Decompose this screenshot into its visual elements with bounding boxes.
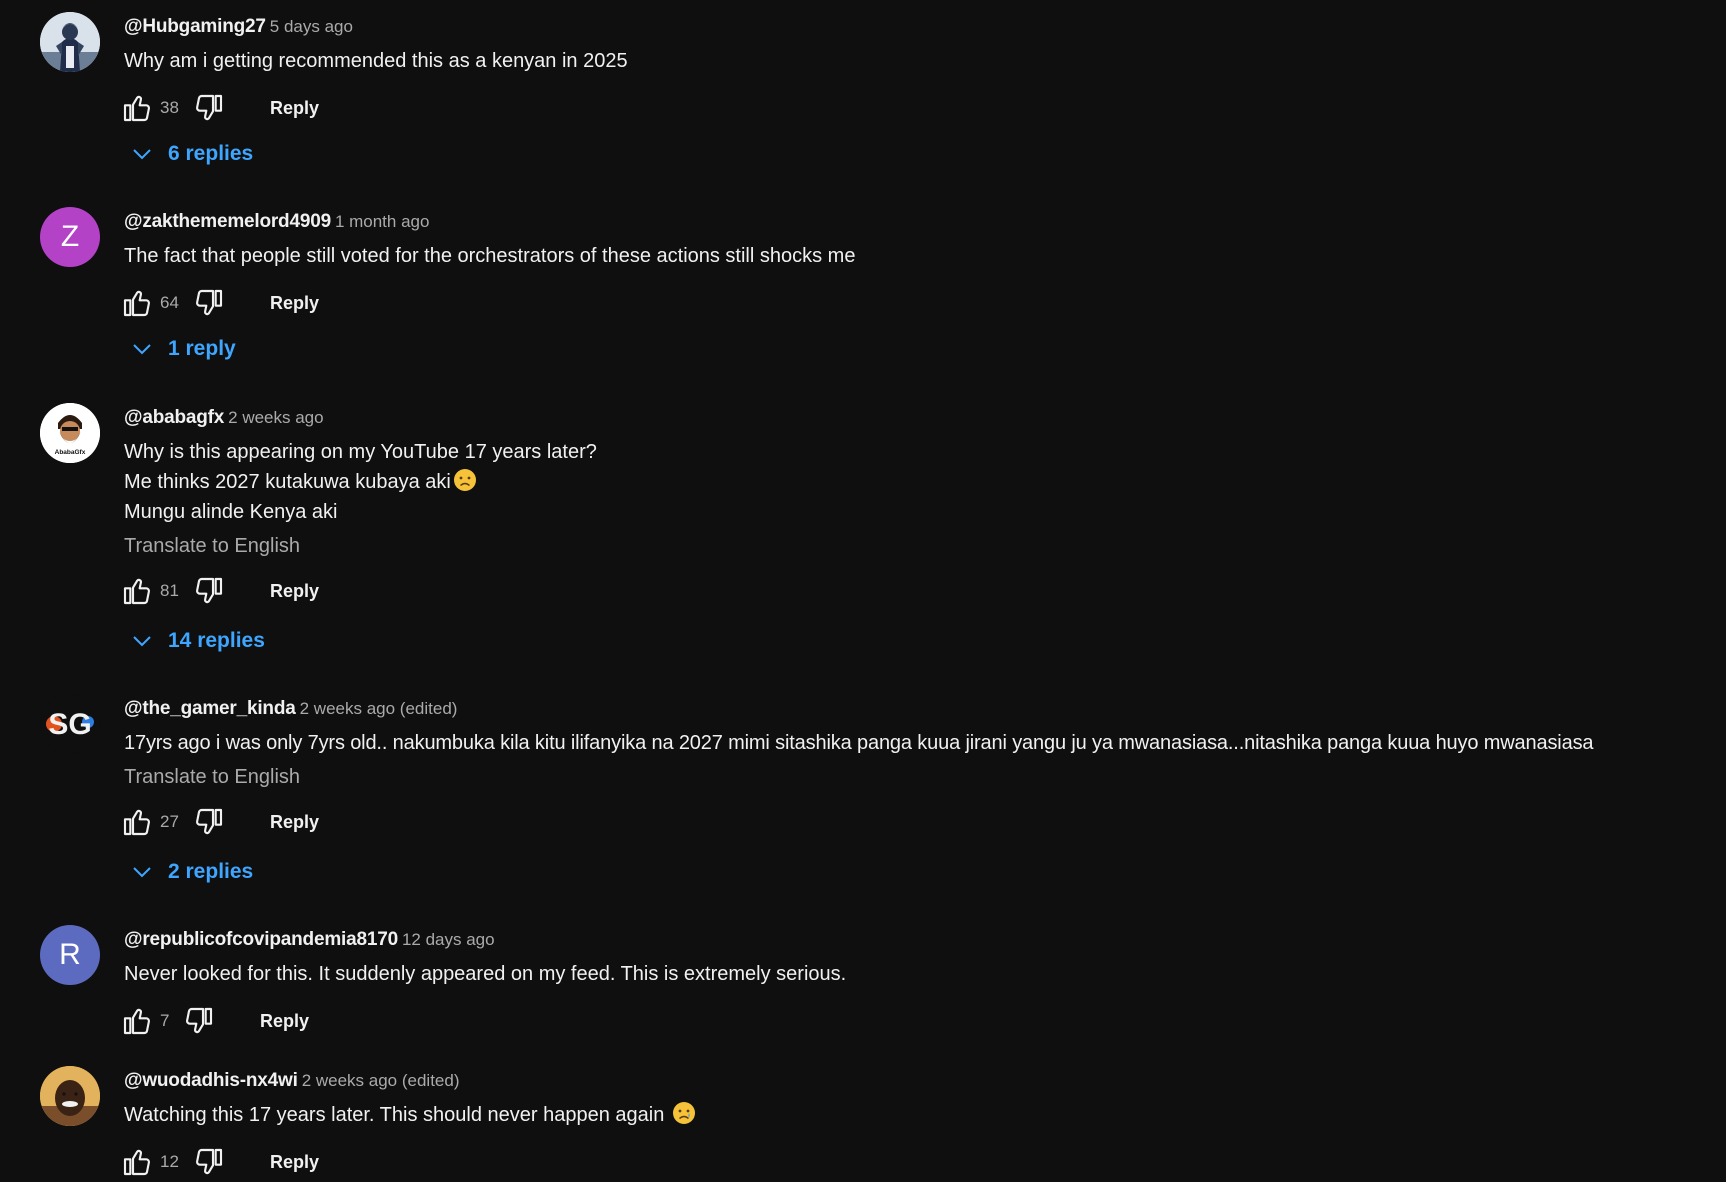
dislike-icon[interactable]: [192, 575, 226, 607]
comment-actions: 81 Reply: [123, 571, 1704, 611]
pubg-soldier-avatar-icon: [40, 12, 100, 72]
comment-actions: 27 Reply: [123, 802, 1704, 842]
reply-button[interactable]: Reply: [260, 1011, 309, 1032]
translate-link[interactable]: Translate to English: [124, 533, 1704, 559]
comment-actions: 38 Reply: [123, 88, 1704, 128]
comment-text: Why am i getting recommended this as a k…: [124, 46, 1704, 76]
comment-author[interactable]: @ababagfx: [124, 407, 224, 428]
avatar[interactable]: [40, 12, 100, 72]
dislike-icon[interactable]: [192, 92, 226, 124]
avatar[interactable]: AbabaGfx: [40, 403, 100, 463]
comment-time[interactable]: 12 days ago: [402, 930, 495, 949]
dislike-icon[interactable]: [192, 1146, 226, 1178]
dislike-icon[interactable]: [182, 1005, 216, 1037]
sad-face-emoji-icon: [453, 469, 476, 491]
like-icon[interactable]: [120, 575, 154, 607]
view-replies-button[interactable]: 14 replies: [130, 623, 265, 659]
replies-count: 1 reply: [168, 337, 236, 360]
dislike-icon[interactable]: [192, 287, 226, 319]
sg-logo-icon: SG: [40, 694, 100, 754]
comment-line: Me thinks 2027 kutakuwa kubaya aki: [124, 471, 451, 493]
avatar-logo-text: SG: [48, 708, 91, 741]
comment-text: 17yrs ago i was only 7yrs old.. nakumbuk…: [124, 728, 1704, 758]
like-icon[interactable]: [120, 287, 154, 319]
chevron-down-icon: [133, 149, 151, 160]
like-count: 12: [160, 1152, 179, 1171]
like-count: 81: [160, 581, 179, 600]
avatar-letter: R: [59, 938, 81, 971]
comment-time[interactable]: 2 weeks ago (edited): [302, 1071, 460, 1090]
reply-button[interactable]: Reply: [270, 98, 319, 119]
like-count: 64: [160, 293, 179, 312]
comment-actions: 64 Reply: [123, 283, 1704, 323]
comment-author[interactable]: @zakthememelord4909: [124, 211, 331, 232]
view-replies-button[interactable]: 2 replies: [130, 854, 253, 890]
like-icon[interactable]: [120, 92, 154, 124]
chevron-down-icon: [133, 344, 151, 355]
comment-text: The fact that people still voted for the…: [124, 241, 1704, 271]
like-count: 7: [160, 1011, 170, 1030]
comment-text: Never looked for this. It suddenly appea…: [124, 959, 1704, 989]
like-count: 38: [160, 98, 179, 117]
replies-count: 14 replies: [168, 629, 265, 652]
chevron-down-icon: [133, 867, 151, 878]
comment-line: The fact that people still voted for the…: [124, 245, 856, 267]
comment-line: Why am i getting recommended this as a k…: [124, 50, 628, 72]
smiling-man-photo-icon: [40, 1066, 100, 1126]
crying-face-emoji-icon: [673, 1102, 696, 1124]
avatar-logo-text: AbabaGfx: [55, 449, 86, 456]
comment-line: 17yrs ago i was only 7yrs old.. nakumbuk…: [124, 732, 1594, 754]
comment-time[interactable]: 2 weeks ago: [228, 408, 323, 427]
avatar[interactable]: Z: [40, 207, 100, 267]
comment-line: Mungu alinde Kenya aki: [124, 501, 338, 523]
replies-count: 2 replies: [168, 860, 254, 883]
comment-actions: 12 Reply: [123, 1142, 1704, 1182]
reply-button[interactable]: Reply: [270, 812, 319, 833]
view-replies-button[interactable]: 6 replies: [130, 136, 253, 172]
avatar[interactable]: R: [40, 925, 100, 985]
comment-author[interactable]: @the_gamer_kinda: [124, 698, 296, 719]
like-count: 27: [160, 812, 179, 831]
comment-text: Watching this 17 years later. This shoul…: [124, 1100, 1704, 1130]
avatar-letter: Z: [60, 220, 80, 253]
view-replies-button[interactable]: 1 reply: [130, 331, 236, 367]
like-icon[interactable]: [120, 1005, 154, 1037]
dislike-icon[interactable]: [192, 806, 226, 838]
comment-author[interactable]: @Hubgaming27: [124, 16, 266, 37]
replies-count: 6 replies: [168, 142, 254, 165]
comment-author[interactable]: @wuodadhis-nx4wi: [124, 1070, 298, 1091]
comment-line: Watching this 17 years later. This shoul…: [124, 1104, 665, 1126]
reply-button[interactable]: Reply: [270, 581, 319, 602]
comment-actions: 7 Reply: [123, 1001, 1704, 1041]
avatar[interactable]: SG: [40, 694, 100, 754]
comment-time[interactable]: 1 month ago: [335, 212, 430, 231]
comment-text: Why is this appearing on my YouTube 17 y…: [124, 437, 1704, 527]
comment-time[interactable]: 5 days ago: [270, 17, 353, 36]
like-icon[interactable]: [120, 806, 154, 838]
translate-link[interactable]: Translate to English: [124, 764, 1704, 790]
comment-line: Why is this appearing on my YouTube 17 y…: [124, 441, 597, 463]
bearded-man-logo-icon: AbabaGfx: [40, 403, 100, 463]
avatar[interactable]: [40, 1066, 100, 1126]
comment-time[interactable]: 2 weeks ago (edited): [300, 699, 458, 718]
comment-author[interactable]: @republicofcovipandemia8170: [124, 929, 398, 950]
reply-button[interactable]: Reply: [270, 1152, 319, 1173]
chevron-down-icon: [133, 636, 151, 647]
reply-button[interactable]: Reply: [270, 293, 319, 314]
comment-line: Never looked for this. It suddenly appea…: [124, 963, 847, 985]
like-icon[interactable]: [120, 1146, 154, 1178]
